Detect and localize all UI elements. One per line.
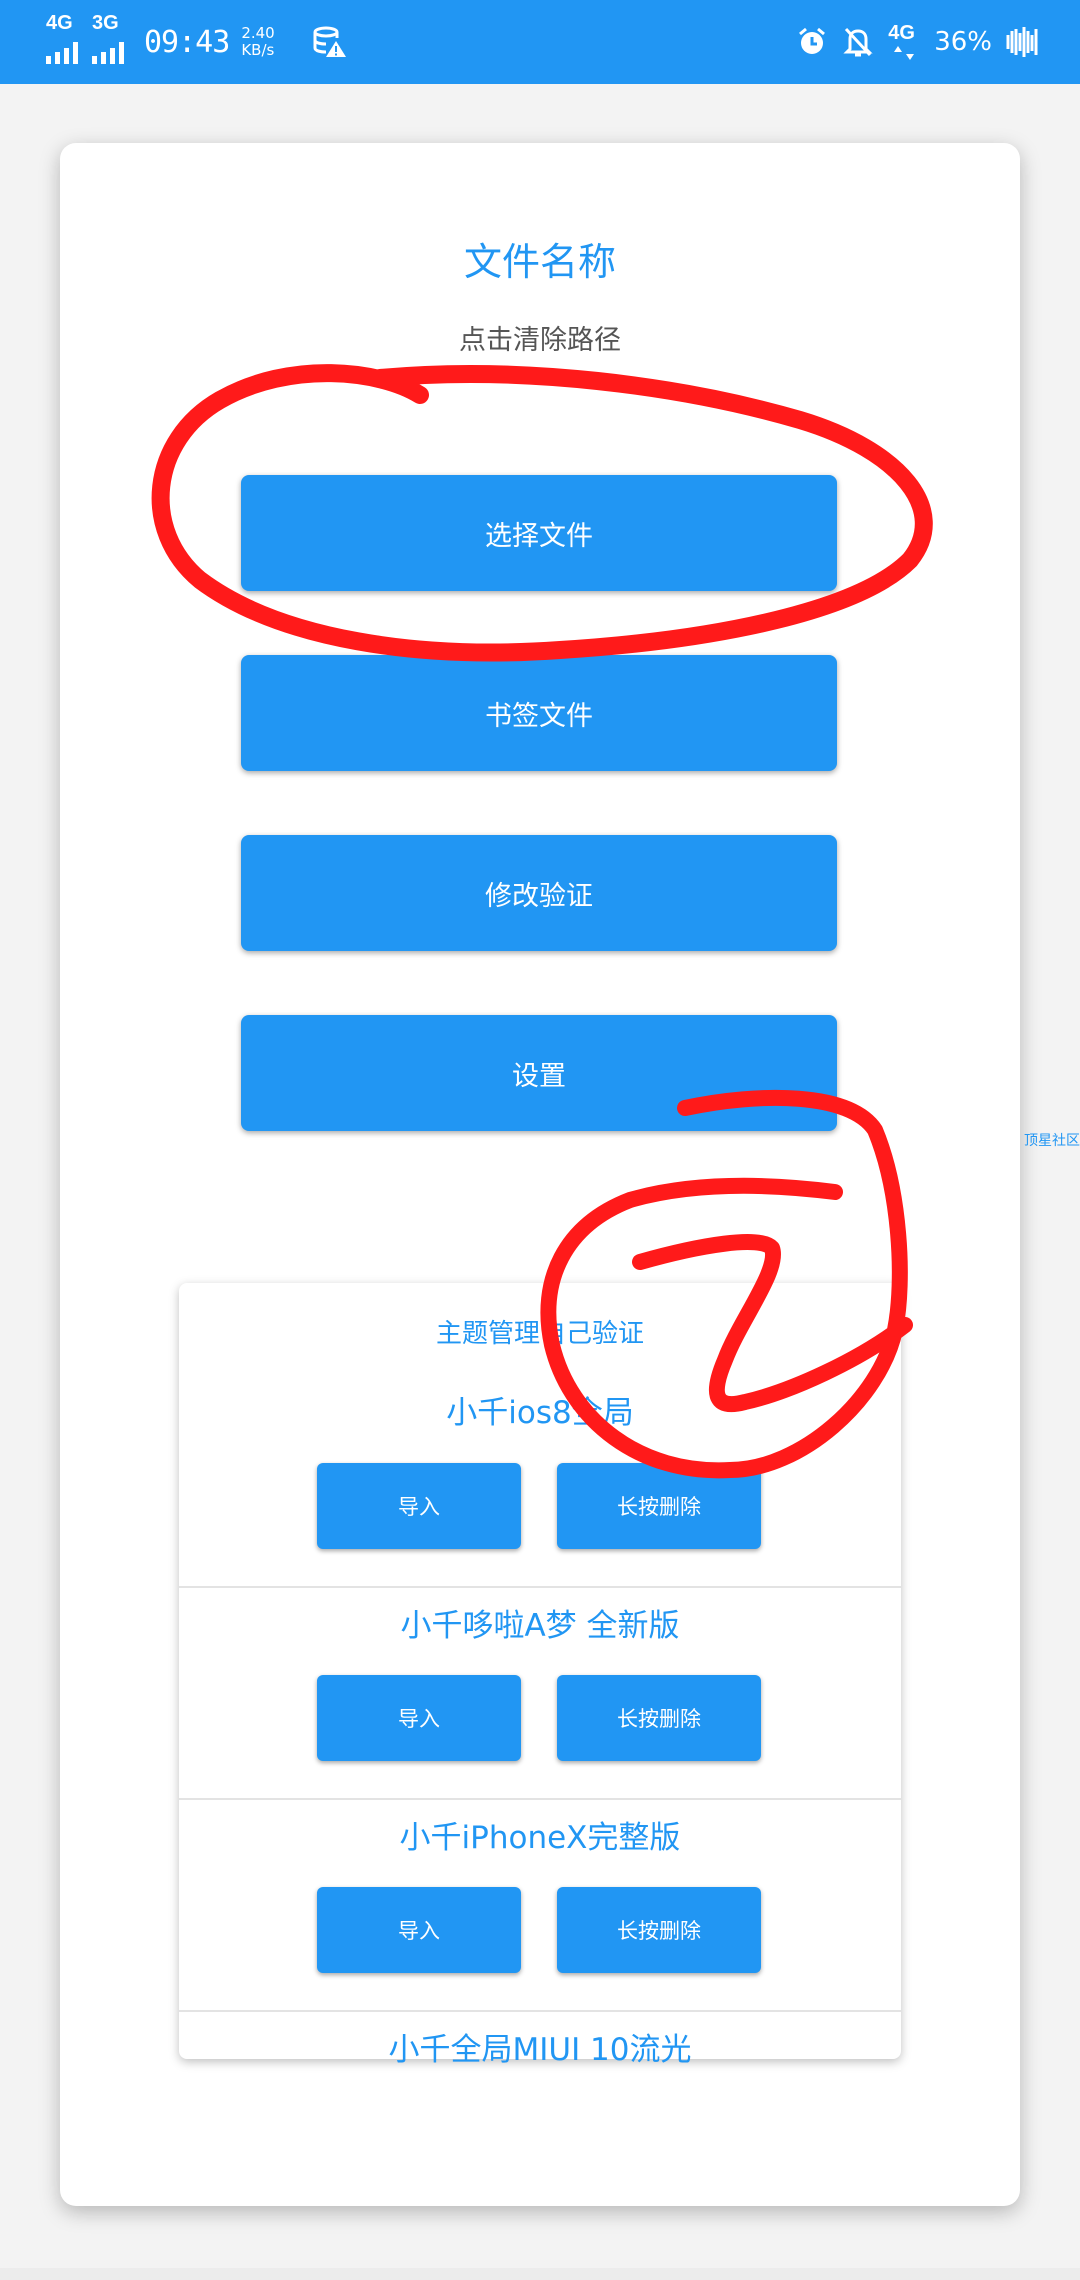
alarm-icon — [799, 27, 826, 54]
long-press-delete-button[interactable]: 长按删除 — [557, 1463, 761, 1549]
long-press-delete-button[interactable]: 长按删除 — [557, 1675, 761, 1761]
theme-item: 小千全局MIUI 10流光 — [179, 2010, 901, 2068]
theme-list[interactable]: 主题管理自己验证 小千ios8全局 导入 长按删除 小千哆啦A梦 全新版 导入 … — [179, 1283, 901, 2068]
settings-button[interactable]: 设置 — [241, 1015, 837, 1131]
modify-verify-button[interactable]: 修改验证 — [241, 835, 837, 951]
data-saver-warning-icon — [313, 26, 346, 57]
file-name-title: 文件名称 — [463, 240, 616, 284]
battery-percent: 36% — [934, 27, 992, 57]
long-press-delete-button[interactable]: 长按删除 — [557, 1887, 761, 1973]
signal-bars-icon — [92, 42, 124, 64]
speed-unit: KB/s — [241, 41, 275, 59]
speed-value: 2.40 — [241, 24, 275, 42]
signal-1: 4G — [46, 12, 78, 64]
theme-name: 小千iPhoneX完整版 — [399, 1820, 681, 1856]
net-speed: 2.40 KB/s — [241, 25, 274, 59]
import-button[interactable]: 导入 — [317, 1463, 521, 1549]
nav-strip — [0, 2268, 1080, 2280]
network-type-2: 3G — [92, 12, 119, 34]
theme-name: 小千ios8全局 — [446, 1395, 634, 1431]
theme-item: 小千哆啦A梦 全新版 导入 长按删除 — [179, 1586, 901, 1800]
import-button[interactable]: 导入 — [317, 1675, 521, 1761]
network-type-1: 4G — [46, 12, 73, 34]
side-note: 顶星社区 — [1024, 1133, 1080, 1149]
clear-path-link[interactable]: 点击清除路径 — [60, 318, 1020, 357]
import-button[interactable]: 导入 — [317, 1887, 521, 1973]
select-file-button[interactable]: 选择文件 — [241, 475, 837, 591]
clock: 09:43 — [144, 24, 230, 60]
network-type-3: 4G — [888, 22, 915, 44]
signal-bars-icon — [46, 42, 78, 64]
theme-name: 小千哆啦A梦 全新版 — [400, 1608, 680, 1644]
status-bar: 4G 3G 09:43 2.40 KB/s 4G 36% — [0, 0, 1080, 84]
main-card: 文件名称 点击清除路径 选择文件 书签文件 修改验证 设置 主题管理自己验证 小… — [60, 143, 1020, 2206]
bookmark-file-button[interactable]: 书签文件 — [241, 655, 837, 771]
signal-2: 3G — [92, 12, 124, 64]
lte-signal-icon: 4G — [888, 22, 922, 62]
battery-icon — [1006, 27, 1038, 57]
theme-item: 小千iPhoneX完整版 导入 长按删除 — [179, 1798, 901, 2012]
theme-item: 小千ios8全局 导入 长按删除 — [179, 1283, 901, 1549]
theme-name: 小千全局MIUI 10流光 — [388, 2032, 692, 2068]
mute-bell-icon — [843, 27, 873, 57]
